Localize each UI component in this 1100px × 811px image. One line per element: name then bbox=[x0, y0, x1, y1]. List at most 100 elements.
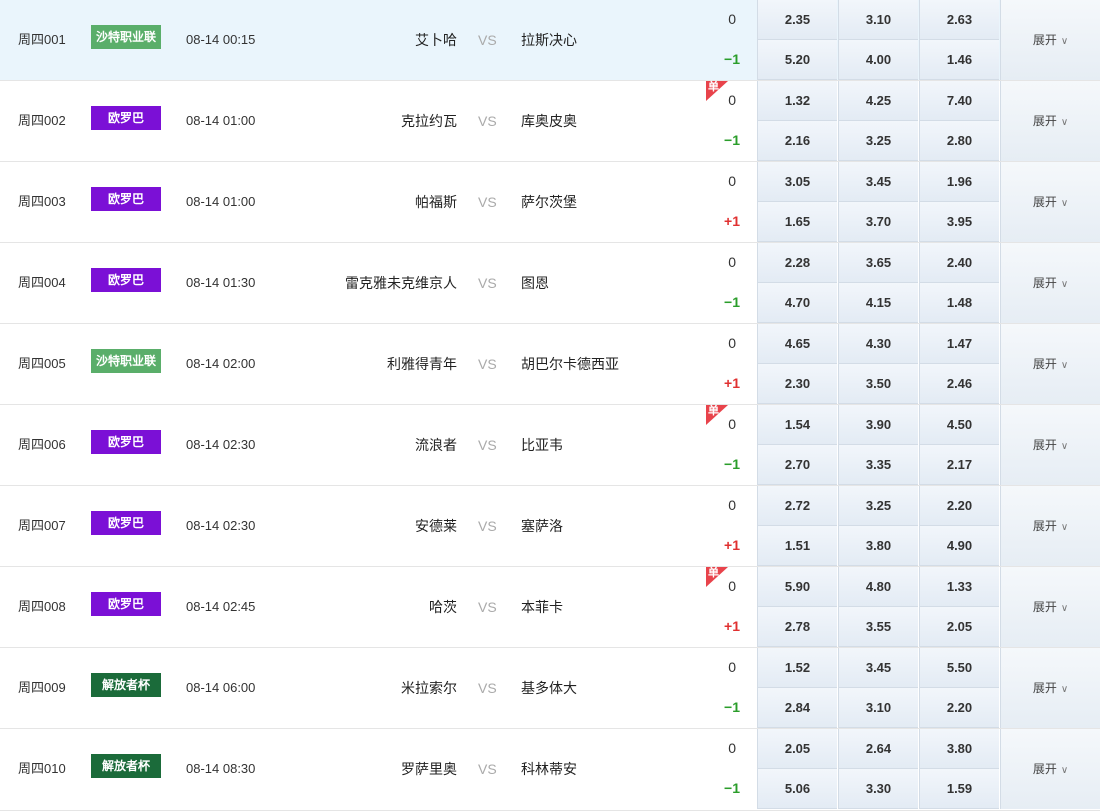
odds-handicap-win[interactable]: 5.06 bbox=[757, 769, 837, 809]
league-badge[interactable]: 欧罗巴 bbox=[91, 106, 161, 130]
match-row[interactable]: 周四006 欧罗巴 08-14 02:30 流浪者 VS 比亚韦单 0 −1 1.54 3.90 4… bbox=[0, 405, 1100, 486]
odds-normal-draw[interactable]: 3.65 bbox=[838, 243, 918, 283]
odds-normal-lose[interactable]: 2.40 bbox=[919, 243, 999, 283]
odds-handicap-lose[interactable]: 2.20 bbox=[919, 688, 999, 728]
odds-handicap-draw[interactable]: 3.55 bbox=[838, 607, 918, 647]
odds-normal-lose[interactable]: 7.40 bbox=[919, 81, 999, 121]
match-row[interactable]: 周四002 欧罗巴 08-14 01:00 克拉约瓦 VS 库奥皮奥单 0 −1 1.32 4.2… bbox=[0, 81, 1100, 162]
odds-handicap-draw[interactable]: 3.10 bbox=[838, 688, 918, 728]
league-badge[interactable]: 欧罗巴 bbox=[91, 268, 161, 292]
expand-button[interactable]: 展开 ∨ bbox=[1000, 243, 1100, 323]
odds-normal-lose[interactable]: 1.96 bbox=[919, 162, 999, 202]
away-team[interactable]: 塞萨洛 bbox=[521, 486, 563, 566]
home-team[interactable]: 克拉约瓦 bbox=[300, 81, 457, 161]
match-row[interactable]: 周四009 解放者杯 08-14 06:00 米拉索尔 VS 基多体大 0 −1 1.52 3.4… bbox=[0, 648, 1100, 729]
odds-normal-draw[interactable]: 2.64 bbox=[838, 729, 918, 769]
odds-handicap-win[interactable]: 2.16 bbox=[757, 121, 837, 161]
odds-normal-draw[interactable]: 4.30 bbox=[838, 324, 918, 364]
odds-handicap-win[interactable]: 5.20 bbox=[757, 40, 837, 80]
odds-normal-lose[interactable]: 2.63 bbox=[919, 0, 999, 40]
odds-handicap-win[interactable]: 2.84 bbox=[757, 688, 837, 728]
league-badge[interactable]: 沙特职业联 bbox=[91, 25, 161, 49]
odds-handicap-draw[interactable]: 3.25 bbox=[838, 121, 918, 161]
match-row[interactable]: 周四007 欧罗巴 08-14 02:30 安德莱 VS 塞萨洛 0 +1 2.72 3.25 2.… bbox=[0, 486, 1100, 567]
odds-handicap-draw[interactable]: 3.50 bbox=[838, 364, 918, 404]
odds-handicap-lose[interactable]: 1.46 bbox=[919, 40, 999, 80]
home-team[interactable]: 安德莱 bbox=[300, 486, 457, 566]
odds-normal-win[interactable]: 3.05 bbox=[757, 162, 837, 202]
match-row[interactable]: 周四003 欧罗巴 08-14 01:00 帕福斯 VS 萨尔茨堡 0 +1 3.05 3.45 1… bbox=[0, 162, 1100, 243]
odds-handicap-draw[interactable]: 4.00 bbox=[838, 40, 918, 80]
league-badge[interactable]: 欧罗巴 bbox=[91, 430, 161, 454]
home-team[interactable]: 米拉索尔 bbox=[300, 648, 457, 728]
odds-normal-win[interactable]: 1.32 bbox=[757, 81, 837, 121]
expand-button[interactable]: 展开 ∨ bbox=[1000, 729, 1100, 809]
odds-handicap-draw[interactable]: 4.15 bbox=[838, 283, 918, 323]
away-team[interactable]: 萨尔茨堡 bbox=[521, 162, 577, 242]
odds-handicap-win[interactable]: 2.30 bbox=[757, 364, 837, 404]
odds-handicap-draw[interactable]: 3.35 bbox=[838, 445, 918, 485]
odds-normal-lose[interactable]: 2.20 bbox=[919, 486, 999, 526]
odds-handicap-draw[interactable]: 3.30 bbox=[838, 769, 918, 809]
odds-handicap-win[interactable]: 1.51 bbox=[757, 526, 837, 566]
odds-normal-win[interactable]: 2.35 bbox=[757, 0, 837, 40]
odds-normal-win[interactable]: 2.28 bbox=[757, 243, 837, 283]
league-badge[interactable]: 欧罗巴 bbox=[91, 592, 161, 616]
odds-normal-lose[interactable]: 5.50 bbox=[919, 648, 999, 688]
away-team[interactable]: 库奥皮奥 bbox=[521, 81, 577, 161]
odds-handicap-lose[interactable]: 2.46 bbox=[919, 364, 999, 404]
home-team[interactable]: 流浪者 bbox=[300, 405, 457, 485]
expand-button[interactable]: 展开 ∨ bbox=[1000, 486, 1100, 566]
odds-handicap-lose[interactable]: 4.90 bbox=[919, 526, 999, 566]
odds-normal-lose[interactable]: 1.47 bbox=[919, 324, 999, 364]
odds-normal-win[interactable]: 2.05 bbox=[757, 729, 837, 769]
odds-normal-draw[interactable]: 3.90 bbox=[838, 405, 918, 445]
home-team[interactable]: 艾卜哈 bbox=[300, 0, 457, 80]
league-badge[interactable]: 欧罗巴 bbox=[91, 511, 161, 535]
odds-normal-win[interactable]: 1.54 bbox=[757, 405, 837, 445]
away-team[interactable]: 胡巴尔卡德西亚 bbox=[521, 324, 619, 404]
home-team[interactable]: 雷克雅未克维京人 bbox=[300, 243, 457, 323]
odds-handicap-win[interactable]: 2.78 bbox=[757, 607, 837, 647]
odds-normal-lose[interactable]: 3.80 bbox=[919, 729, 999, 769]
odds-handicap-lose[interactable]: 1.48 bbox=[919, 283, 999, 323]
away-team[interactable]: 基多体大 bbox=[521, 648, 577, 728]
odds-normal-draw[interactable]: 3.25 bbox=[838, 486, 918, 526]
league-badge[interactable]: 欧罗巴 bbox=[91, 187, 161, 211]
odds-handicap-lose[interactable]: 2.80 bbox=[919, 121, 999, 161]
odds-normal-win[interactable]: 5.90 bbox=[757, 567, 837, 607]
odds-normal-draw[interactable]: 3.45 bbox=[838, 162, 918, 202]
odds-handicap-lose[interactable]: 2.17 bbox=[919, 445, 999, 485]
odds-handicap-win[interactable]: 4.70 bbox=[757, 283, 837, 323]
match-row[interactable]: 周四008 欧罗巴 08-14 02:45 哈茨 VS 本菲卡单 0 +1 5.90 4.80 1.… bbox=[0, 567, 1100, 648]
odds-handicap-lose[interactable]: 2.05 bbox=[919, 607, 999, 647]
away-team[interactable]: 科林蒂安 bbox=[521, 729, 577, 809]
home-team[interactable]: 罗萨里奥 bbox=[300, 729, 457, 809]
odds-normal-lose[interactable]: 4.50 bbox=[919, 405, 999, 445]
expand-button[interactable]: 展开 ∨ bbox=[1000, 81, 1100, 161]
league-badge[interactable]: 解放者杯 bbox=[91, 754, 161, 778]
odds-normal-draw[interactable]: 3.45 bbox=[838, 648, 918, 688]
odds-handicap-win[interactable]: 1.65 bbox=[757, 202, 837, 242]
odds-normal-win[interactable]: 1.52 bbox=[757, 648, 837, 688]
odds-normal-win[interactable]: 4.65 bbox=[757, 324, 837, 364]
match-row[interactable]: 周四004 欧罗巴 08-14 01:30 雷克雅未克维京人 VS 图恩 0 −1 2.28 3.… bbox=[0, 243, 1100, 324]
match-row[interactable]: 周四010 解放者杯 08-14 08:30 罗萨里奥 VS 科林蒂安 0 −1 2.05 2.6… bbox=[0, 729, 1100, 811]
home-team[interactable]: 哈茨 bbox=[300, 567, 457, 647]
odds-normal-lose[interactable]: 1.33 bbox=[919, 567, 999, 607]
odds-handicap-draw[interactable]: 3.80 bbox=[838, 526, 918, 566]
expand-button[interactable]: 展开 ∨ bbox=[1000, 567, 1100, 647]
expand-button[interactable]: 展开 ∨ bbox=[1000, 0, 1100, 80]
expand-button[interactable]: 展开 ∨ bbox=[1000, 324, 1100, 404]
home-team[interactable]: 帕福斯 bbox=[300, 162, 457, 242]
match-row[interactable]: 周四005 沙特职业联 08-14 02:00 利雅得青年 VS 胡巴尔卡德西亚 0 +1 4.… bbox=[0, 324, 1100, 405]
expand-button[interactable]: 展开 ∨ bbox=[1000, 405, 1100, 485]
match-row[interactable]: 周四001 沙特职业联 08-14 00:15 艾卜哈 VS 拉斯决心 0 −1 2.35 3.1… bbox=[0, 0, 1100, 81]
odds-handicap-win[interactable]: 2.70 bbox=[757, 445, 837, 485]
odds-handicap-draw[interactable]: 3.70 bbox=[838, 202, 918, 242]
odds-normal-draw[interactable]: 3.10 bbox=[838, 0, 918, 40]
odds-normal-draw[interactable]: 4.25 bbox=[838, 81, 918, 121]
odds-normal-win[interactable]: 2.72 bbox=[757, 486, 837, 526]
home-team[interactable]: 利雅得青年 bbox=[300, 324, 457, 404]
league-badge[interactable]: 解放者杯 bbox=[91, 673, 161, 697]
